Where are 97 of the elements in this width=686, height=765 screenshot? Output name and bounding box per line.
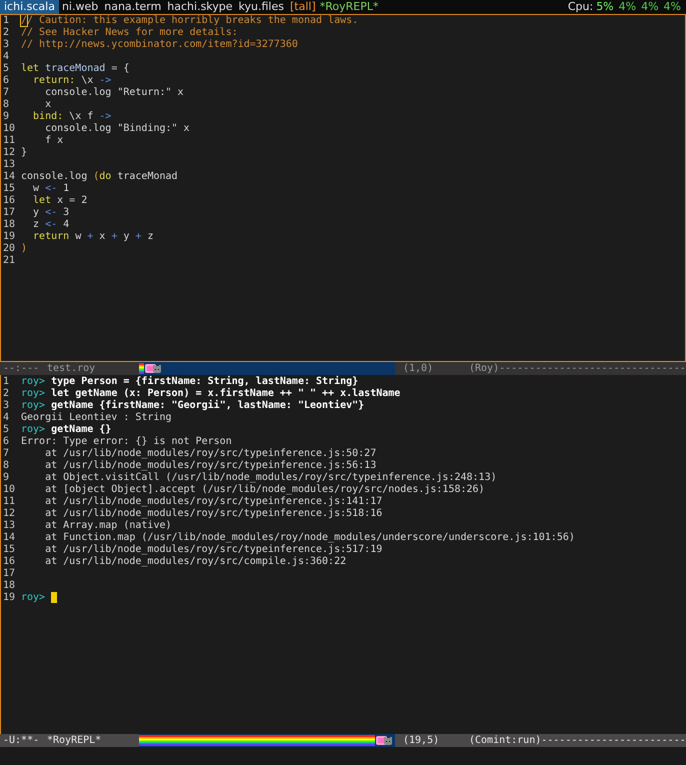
repl-line: at Array.map (native) bbox=[44, 520, 172, 532]
line-number: 12 bbox=[2, 147, 16, 159]
line-number: 18 bbox=[2, 219, 16, 231]
line-number: 6 bbox=[2, 436, 10, 448]
code-line: return: \x -> bbox=[32, 75, 112, 87]
workspace-tab[interactable]: kyu.files bbox=[236, 0, 287, 14]
repl-line: roy> getName {firstName: "Georgii", lastName: "Leontiev"} bbox=[21, 400, 364, 412]
code-line: console.log "Binding:" x bbox=[44, 123, 190, 135]
line-number: 12 bbox=[2, 508, 16, 520]
line-number: 16 bbox=[2, 556, 16, 568]
repl-line: roy> getName {} bbox=[21, 424, 112, 436]
line-number: 20 bbox=[2, 243, 16, 255]
code-line: } bbox=[21, 147, 28, 159]
line-number: 15 bbox=[2, 544, 16, 556]
line-number: 6 bbox=[2, 75, 10, 87]
code-line: return w + x + y + z bbox=[32, 231, 154, 243]
repl-line: roy> bbox=[21, 592, 46, 604]
line-number: 17 bbox=[2, 568, 16, 580]
line-number: 4 bbox=[2, 412, 10, 424]
code-line: bind: \x f -> bbox=[32, 111, 112, 123]
line-number: 17 bbox=[2, 207, 16, 219]
line-number: 19 bbox=[2, 231, 16, 243]
cpu-label: Cpu: bbox=[568, 0, 594, 14]
line-number: 14 bbox=[2, 532, 16, 544]
line-number: 10 bbox=[2, 123, 16, 135]
line-number: 1 bbox=[2, 15, 10, 27]
repl-line: at Object.visitCall (/usr/lib/node_modules/roy/src/typeinference.js:248:13) bbox=[44, 472, 497, 484]
code-line: let x = 2 bbox=[32, 195, 88, 207]
cursor-position: (19,5) bbox=[402, 734, 440, 747]
line-number: 5 bbox=[2, 424, 10, 436]
repl-line: at Function.map (/usr/lib/node_modules/roy/node_modules/underscore/underscore.js:101:56) bbox=[44, 532, 575, 544]
code-line: let traceMonad = { bbox=[21, 63, 130, 75]
workspace-tab[interactable]: ichi.scala bbox=[0, 0, 59, 14]
code-line: w <- 1 bbox=[32, 183, 70, 195]
mode-flags: -U:**- bbox=[3, 734, 40, 747]
repl-line: at [object Object].accept (/usr/lib/node_modules/roy/src/nodes.js:158:26) bbox=[44, 484, 485, 496]
line-number: 13 bbox=[2, 520, 16, 532]
repl-line: Georgii Leontiev : String bbox=[21, 412, 172, 424]
line-number: 15 bbox=[2, 183, 16, 195]
cpu-reading: 5% bbox=[596, 0, 615, 14]
line-number: 11 bbox=[2, 135, 16, 147]
line-number: 14 bbox=[2, 171, 16, 183]
cpu-reading: 4% bbox=[618, 0, 638, 14]
cat-icon bbox=[374, 735, 393, 746]
window-title: *RoyREPL* bbox=[318, 0, 380, 14]
code-line: // Caution: this example horribly breaks the monad laws. bbox=[21, 15, 358, 27]
line-number: 7 bbox=[2, 448, 10, 460]
repl-line: at /usr/lib/node_modules/roy/src/typeinference.js:518:16 bbox=[44, 508, 382, 520]
line-number: 2 bbox=[2, 388, 10, 400]
line-number: 2 bbox=[2, 27, 10, 39]
line-number: 7 bbox=[2, 87, 10, 99]
line-number: 4 bbox=[2, 51, 10, 63]
line-number: 1 bbox=[2, 376, 10, 388]
code-line: console.log "Return:" x bbox=[44, 87, 184, 99]
line-number: 16 bbox=[2, 195, 16, 207]
repl-line: at /usr/lib/node_modules/roy/src/compile.js:360:22 bbox=[44, 556, 346, 568]
code-line: ) bbox=[21, 243, 28, 255]
workspace-tab[interactable]: nana.term bbox=[101, 0, 164, 14]
major-mode: (Comint:run)------------------------ bbox=[469, 734, 686, 747]
repl-line: roy> type Person = {firstName: String, lastName: String} bbox=[21, 376, 358, 388]
cat-icon bbox=[144, 363, 162, 374]
repl-line: at /usr/lib/node_modules/roy/src/typeinference.js:141:17 bbox=[44, 496, 382, 508]
repl-line: at /usr/lib/node_modules/roy/src/typeinference.js:517:19 bbox=[44, 544, 382, 556]
major-mode: (Roy)------------------------------- bbox=[469, 362, 686, 375]
code-line: y <- 3 bbox=[32, 207, 70, 219]
mode-flags: --:--- bbox=[3, 362, 40, 375]
code-line: f x bbox=[44, 135, 64, 147]
repl-line: roy> let getName (x: Person) = x.firstName ++ " " ++ x.lastName bbox=[21, 388, 400, 400]
line-number: 8 bbox=[2, 460, 10, 472]
repl-line: Error: Type error: {} is not Person bbox=[21, 436, 232, 448]
code-line: // http://news.ycombinator.com/item?id=3277360 bbox=[21, 39, 298, 51]
buffer-name: *RoyREPL* bbox=[47, 734, 102, 747]
repl-line: at /usr/lib/node_modules/roy/src/typeinference.js:56:13 bbox=[44, 460, 376, 472]
layout-indicator: [tall] bbox=[289, 0, 317, 14]
line-number: 5 bbox=[2, 63, 10, 75]
code-line: x bbox=[44, 99, 52, 111]
code-line: // See Hacker News for more details: bbox=[21, 27, 238, 39]
line-number: 21 bbox=[2, 255, 16, 267]
line-number: 18 bbox=[2, 580, 16, 592]
buffer-name: test.roy bbox=[47, 362, 96, 375]
line-number: 10 bbox=[2, 484, 16, 496]
line-number: 3 bbox=[2, 400, 10, 412]
cpu-reading: 4% bbox=[664, 0, 682, 14]
workspace-tab[interactable]: ni.web bbox=[58, 0, 102, 14]
line-number: 3 bbox=[2, 39, 10, 51]
workspace-tab[interactable]: hachi.skype bbox=[164, 0, 236, 14]
line-number: 8 bbox=[2, 99, 10, 111]
line-number: 9 bbox=[2, 111, 10, 123]
repl-line: at /usr/lib/node_modules/roy/src/typeinference.js:50:27 bbox=[44, 448, 376, 460]
cpu-reading: 4% bbox=[641, 0, 660, 14]
line-number: 13 bbox=[2, 159, 16, 171]
code-line: z <- 4 bbox=[32, 219, 70, 231]
line-number: 19 bbox=[2, 592, 16, 604]
cursor-position: (1,0) bbox=[402, 362, 434, 375]
code-line: console.log (do traceMonad bbox=[21, 171, 178, 183]
line-number: 9 bbox=[2, 472, 10, 484]
line-number: 11 bbox=[2, 496, 16, 508]
